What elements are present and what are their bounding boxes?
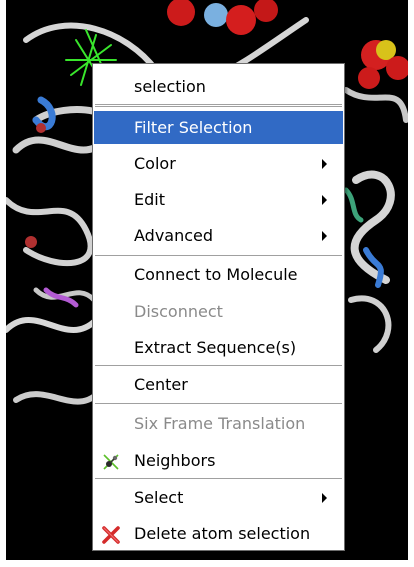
menu-item-filter-selection[interactable]: Filter Selection [94, 111, 343, 144]
menu-item-label: Edit [134, 190, 165, 209]
ribbon-strand [348, 295, 392, 353]
menu-separator [95, 365, 342, 366]
menu-item-label: Select [134, 488, 184, 507]
menu-separator [95, 104, 342, 107]
menu-item-label: Neighbors [134, 451, 216, 470]
submenu-arrow-icon [322, 159, 327, 169]
menu-separator [95, 255, 342, 256]
menu-item-center[interactable]: Center [94, 368, 343, 401]
menu-separator [95, 478, 342, 479]
context-menu: selection Filter Selection Color Edit Ad… [92, 63, 345, 551]
submenu-arrow-icon [322, 493, 327, 503]
menu-item-six-frame-translation: Six Frame Translation [134, 414, 306, 433]
ribbon-strand [6, 317, 99, 333]
menu-item-label: Color [134, 154, 176, 173]
ribbon-strand [350, 170, 395, 284]
delete-x-icon [101, 523, 121, 544]
menu-item-delete-atom-selection[interactable]: Delete atom selection [94, 517, 343, 550]
menu-item-select[interactable]: Select [94, 481, 343, 514]
menu-item-label: Advanced [134, 226, 214, 245]
menu-item-disconnect: Disconnect [134, 302, 223, 321]
neighbors-icon [101, 450, 121, 470]
menu-header-selection: selection [134, 77, 206, 96]
submenu-arrow-icon [322, 231, 327, 241]
menu-item-advanced[interactable]: Advanced [94, 219, 343, 252]
menu-item-color[interactable]: Color [94, 147, 343, 180]
ribbon-strand [343, 87, 408, 123]
menu-item-edit[interactable]: Edit [94, 183, 343, 216]
submenu-arrow-icon [322, 195, 327, 205]
ribbon-strand [13, 387, 104, 405]
menu-separator [95, 403, 342, 404]
menu-item-extract-sequences[interactable]: Extract Sequence(s) [94, 331, 343, 364]
menu-item-connect-to-molecule[interactable]: Connect to Molecule [94, 258, 343, 291]
menu-item-neighbors[interactable]: Neighbors [94, 444, 343, 477]
ribbon-strand [6, 197, 94, 267]
ribbon-strand [343, 187, 364, 223]
menu-item-label: Delete atom selection [134, 524, 311, 543]
